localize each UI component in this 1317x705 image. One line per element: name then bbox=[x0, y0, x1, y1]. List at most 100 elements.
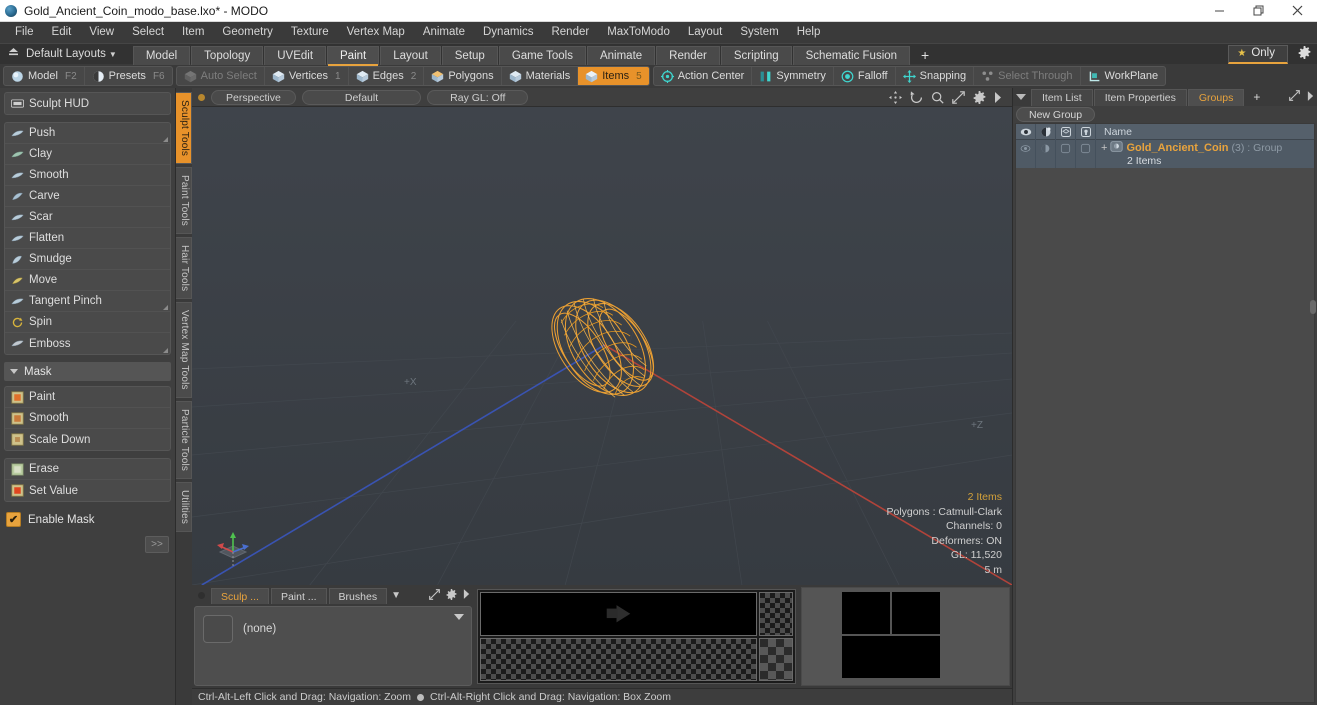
play-icon[interactable] bbox=[461, 589, 472, 602]
vtab-paint-tools[interactable]: Paint Tools bbox=[176, 167, 192, 235]
mode-materials-button[interactable]: Materials bbox=[502, 67, 579, 85]
falloff-preview-row[interactable] bbox=[480, 592, 793, 636]
shading-column-header[interactable] bbox=[1036, 123, 1056, 140]
sculpt-tool-smudge[interactable]: Smudge bbox=[5, 249, 170, 270]
rtab-item-properties[interactable]: Item Properties bbox=[1093, 88, 1187, 106]
visibility-column-header[interactable] bbox=[1016, 123, 1036, 140]
mode-presets-button[interactable]: Presets F6 bbox=[85, 67, 172, 85]
vtab-utilities[interactable]: Utilities bbox=[176, 482, 192, 533]
btab-paint[interactable]: Paint ... bbox=[270, 587, 327, 604]
row-wireframe-toggle[interactable] bbox=[1056, 140, 1076, 168]
workplane-button[interactable]: WorkPlane bbox=[1081, 67, 1166, 85]
maximize-button[interactable] bbox=[1239, 0, 1278, 22]
gear-icon[interactable] bbox=[444, 588, 459, 603]
expand-icon[interactable] bbox=[1286, 90, 1303, 104]
wireframe-column-header[interactable] bbox=[1056, 123, 1076, 140]
falloff-button[interactable]: Falloff bbox=[834, 67, 896, 85]
snapping-button[interactable]: Snapping bbox=[896, 67, 975, 85]
close-button[interactable] bbox=[1278, 0, 1317, 22]
tab-animate[interactable]: Animate bbox=[586, 45, 656, 65]
sculpt-tool-carve[interactable]: Carve bbox=[5, 186, 170, 207]
viewport-3d[interactable]: +X +Z 2 Items Polygons : Catmull-Clark C… bbox=[192, 107, 1012, 585]
lock-column-header[interactable] bbox=[1076, 123, 1096, 140]
mode-polygons-button[interactable]: Polygons bbox=[424, 67, 502, 85]
sculpt-tool-push[interactable]: Push bbox=[5, 123, 170, 144]
mode-items-button[interactable]: Items 5 bbox=[578, 67, 649, 85]
pan-icon[interactable] bbox=[889, 90, 902, 104]
menu-help[interactable]: Help bbox=[788, 22, 830, 43]
tab-paint[interactable]: Paint bbox=[327, 45, 380, 66]
mask-action-set-value[interactable]: Set Value bbox=[5, 480, 170, 501]
enable-mask-checkbox[interactable]: ✔ bbox=[6, 512, 21, 527]
sculpt-tool-smooth[interactable]: Smooth bbox=[5, 165, 170, 186]
menu-file[interactable]: File bbox=[6, 22, 43, 43]
menu-render[interactable]: Render bbox=[542, 22, 598, 43]
select-through-button[interactable]: Select Through bbox=[974, 67, 1081, 85]
play-icon[interactable] bbox=[994, 91, 1002, 103]
tab-uvedit[interactable]: UVEdit bbox=[264, 45, 327, 65]
menu-vertex-map[interactable]: Vertex Map bbox=[338, 22, 414, 43]
chevron-down-icon[interactable]: ▼ bbox=[389, 590, 403, 601]
new-group-button[interactable]: New Group bbox=[1016, 107, 1096, 122]
menu-view[interactable]: View bbox=[80, 22, 123, 43]
detail-cell-c[interactable] bbox=[842, 636, 940, 678]
falloff-swatch[interactable] bbox=[759, 592, 793, 636]
row-shading-toggle[interactable] bbox=[1036, 140, 1056, 168]
mask-tool-scale-down[interactable]: Scale Down bbox=[5, 429, 170, 450]
zoom-icon[interactable] bbox=[931, 91, 944, 104]
brush-selector[interactable]: (none) bbox=[194, 606, 472, 686]
panel-menu-icon[interactable] bbox=[1016, 94, 1026, 100]
minimize-button[interactable] bbox=[1200, 0, 1239, 22]
tab-model[interactable]: Model bbox=[132, 45, 191, 65]
detail-cell-b[interactable] bbox=[892, 592, 940, 634]
brush-preview-swatch[interactable] bbox=[203, 615, 233, 643]
tab-scripting[interactable]: Scripting bbox=[720, 45, 792, 65]
symmetry-button[interactable]: Symmetry bbox=[752, 67, 834, 85]
sculpt-hud-button[interactable]: Sculpt HUD bbox=[5, 93, 170, 114]
table-row[interactable]: + Gold_Ancient_Coin (3) : Group 2 Items bbox=[1016, 140, 1314, 168]
menu-select[interactable]: Select bbox=[123, 22, 173, 43]
mask-section-header[interactable]: Mask bbox=[4, 362, 171, 381]
menu-layout[interactable]: Layout bbox=[679, 22, 732, 43]
fit-icon[interactable] bbox=[952, 90, 965, 104]
sculpt-tool-spin[interactable]: Spin bbox=[5, 312, 170, 333]
tab-layout[interactable]: Layout bbox=[380, 45, 441, 65]
expand-tools-button[interactable]: >> bbox=[145, 536, 169, 553]
rtab-item-list[interactable]: Item List bbox=[1031, 88, 1093, 106]
enable-mask-row[interactable]: ✔ Enable Mask bbox=[4, 509, 171, 530]
gear-icon[interactable] bbox=[973, 90, 986, 104]
only-toggle-button[interactable]: ★ Only bbox=[1228, 44, 1288, 64]
viewport-raygl-toggle[interactable]: Ray GL: Off bbox=[427, 89, 529, 105]
expand-icon[interactable] bbox=[427, 588, 442, 603]
menu-texture[interactable]: Texture bbox=[282, 22, 338, 43]
falloff-preview[interactable] bbox=[480, 592, 757, 636]
menu-system[interactable]: System bbox=[731, 22, 787, 43]
tab-render[interactable]: Render bbox=[656, 45, 720, 65]
row-name-cell[interactable]: + Gold_Ancient_Coin (3) : Group 2 Items bbox=[1096, 140, 1314, 168]
play-icon[interactable] bbox=[1304, 90, 1317, 104]
mask-tool-smooth[interactable]: Smooth bbox=[5, 408, 170, 429]
add-panel-tab-button[interactable]: + bbox=[1245, 89, 1268, 106]
sculpt-tool-emboss[interactable]: Emboss bbox=[5, 333, 170, 354]
mode-edges-button[interactable]: Edges 2 bbox=[349, 67, 425, 85]
gear-icon[interactable] bbox=[1291, 46, 1317, 62]
detail-cell-a[interactable] bbox=[842, 592, 890, 634]
menu-maxtomodo[interactable]: MaxToModo bbox=[598, 22, 679, 43]
mask-action-erase[interactable]: Erase bbox=[5, 459, 170, 480]
vtab-particle-tools[interactable]: Particle Tools bbox=[176, 401, 192, 480]
vtab-hair-tools[interactable]: Hair Tools bbox=[176, 237, 192, 300]
mode-model-button[interactable]: Model F2 bbox=[4, 67, 85, 85]
menu-animate[interactable]: Animate bbox=[414, 22, 474, 43]
viewport-view-mode[interactable]: Perspective bbox=[211, 89, 296, 105]
rtab-groups[interactable]: Groups bbox=[1187, 88, 1245, 106]
sculpt-tool-move[interactable]: Move bbox=[5, 270, 170, 291]
row-lock-toggle[interactable] bbox=[1076, 140, 1096, 168]
action-center-button[interactable]: Action Center bbox=[654, 67, 753, 85]
default-layouts-label[interactable]: Default Layouts ▼ bbox=[26, 48, 125, 60]
row-expander[interactable]: + bbox=[1101, 142, 1107, 154]
value-swatch[interactable] bbox=[759, 637, 793, 681]
menu-dynamics[interactable]: Dynamics bbox=[474, 22, 542, 43]
viewport-shading-mode[interactable]: Default bbox=[301, 89, 422, 105]
vtab-sculpt-tools[interactable]: Sculpt Tools bbox=[176, 92, 192, 165]
menu-edit[interactable]: Edit bbox=[43, 22, 81, 43]
